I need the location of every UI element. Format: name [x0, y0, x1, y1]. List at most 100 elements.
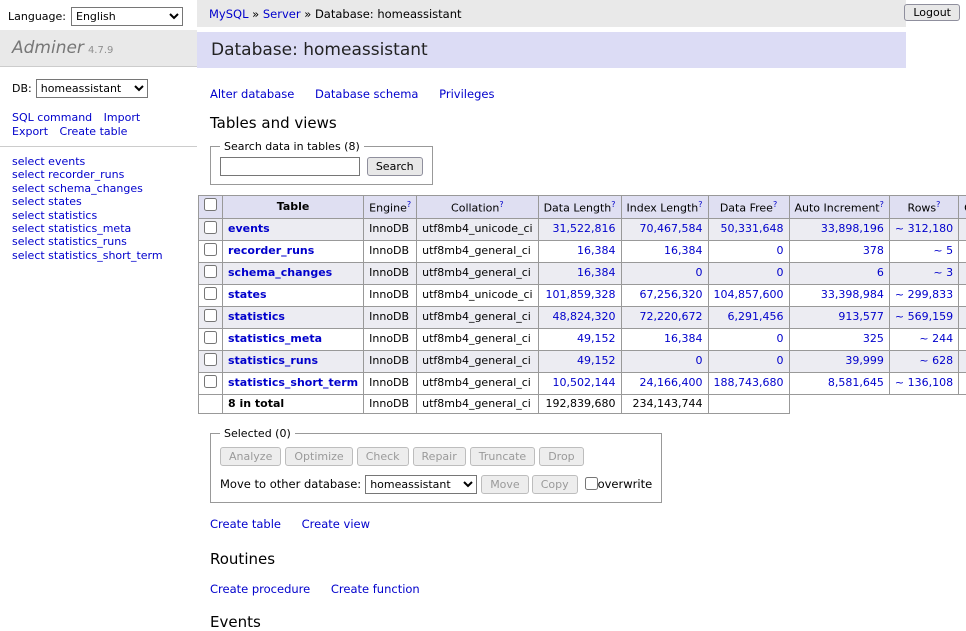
data-length-link[interactable]: 31,522,816	[553, 222, 616, 235]
help-link[interactable]: ?	[611, 200, 615, 209]
rows-link[interactable]: ~ 312,180	[895, 222, 953, 235]
rows-link[interactable]: ~ 5	[933, 244, 953, 257]
help-link[interactable]: ?	[407, 200, 411, 209]
rows-link[interactable]: ~ 628	[919, 354, 953, 367]
repair-button[interactable]: Repair	[413, 447, 466, 466]
link-create-view[interactable]: Create view	[302, 517, 370, 531]
sidebar-select-statistics[interactable]: select statistics	[12, 209, 185, 222]
move-db-select[interactable]: homeassistant	[365, 475, 477, 494]
rows-link[interactable]: ~ 244	[919, 332, 953, 345]
index-length-link[interactable]: 0	[696, 354, 703, 367]
data-free-link[interactable]: 188,743,680	[714, 376, 784, 389]
auto-increment-link[interactable]: 33,398,984	[821, 288, 884, 301]
data-length-link[interactable]: 10,502,144	[553, 376, 616, 389]
select-all-checkbox[interactable]	[204, 198, 217, 211]
sidebar-select-statistics-meta[interactable]: select statistics_meta	[12, 222, 185, 235]
row-checkbox[interactable]	[204, 309, 217, 322]
rows-link[interactable]: ~ 299,833	[895, 288, 953, 301]
action-privileges[interactable]: Privileges	[439, 87, 494, 101]
sidebar-select-states[interactable]: select states	[12, 195, 185, 208]
row-checkbox[interactable]	[204, 331, 217, 344]
help-link[interactable]: ?	[936, 200, 940, 209]
help-link[interactable]: ?	[773, 200, 777, 209]
table-link-schema-changes[interactable]: schema_changes	[228, 266, 332, 279]
optimize-button[interactable]: Optimize	[285, 447, 352, 466]
table-link-statistics-meta[interactable]: statistics_meta	[228, 332, 322, 345]
table-link-states[interactable]: states	[228, 288, 267, 301]
rows-link[interactable]: ~ 3	[933, 266, 953, 279]
table-link-statistics-short-term[interactable]: statistics_short_term	[228, 376, 358, 389]
breadcrumb-link-mysql[interactable]: MySQL	[209, 7, 249, 21]
data-free-link[interactable]: 0	[777, 332, 784, 345]
copy-button[interactable]: Copy	[532, 475, 578, 494]
action-alter-database[interactable]: Alter database	[210, 87, 294, 101]
data-free-link[interactable]: 104,857,600	[714, 288, 784, 301]
link-create-procedure[interactable]: Create procedure	[210, 582, 310, 596]
auto-increment-link[interactable]: 913,577	[838, 310, 884, 323]
data-length-link[interactable]: 49,152	[577, 332, 616, 345]
auto-increment-link[interactable]: 6	[877, 266, 884, 279]
auto-increment-link[interactable]: 378	[863, 244, 884, 257]
row-checkbox[interactable]	[204, 287, 217, 300]
drop-button[interactable]: Drop	[539, 447, 583, 466]
auto-increment-link[interactable]: 325	[863, 332, 884, 345]
language-select[interactable]: English	[71, 7, 183, 26]
row-checkbox[interactable]	[204, 375, 217, 388]
sidebar-select-recorder-runs[interactable]: select recorder_runs	[12, 168, 185, 181]
auto-increment-link[interactable]: 33,898,196	[821, 222, 884, 235]
breadcrumb-link-server[interactable]: Server	[263, 7, 301, 21]
search-input[interactable]	[220, 157, 360, 176]
auto-increment-link[interactable]: 8,581,645	[828, 376, 884, 389]
data-free-link[interactable]: 0	[777, 244, 784, 257]
help-link[interactable]: ?	[499, 200, 503, 209]
index-length-link[interactable]: 0	[696, 266, 703, 279]
rows-link[interactable]: ~ 136,108	[895, 376, 953, 389]
row-checkbox[interactable]	[204, 221, 217, 234]
logout-button[interactable]: Logout	[904, 4, 960, 21]
move-button[interactable]: Move	[481, 475, 529, 494]
index-length-link[interactable]: 67,256,320	[640, 288, 703, 301]
sidebar-select-events[interactable]: select events	[12, 155, 185, 168]
data-free-link[interactable]: 0	[777, 354, 784, 367]
data-length-link[interactable]: 49,152	[577, 354, 616, 367]
data-length-link[interactable]: 16,384	[577, 244, 616, 257]
index-length-link[interactable]: 72,220,672	[640, 310, 703, 323]
action-database-schema[interactable]: Database schema	[315, 87, 418, 101]
data-length-link[interactable]: 48,824,320	[553, 310, 616, 323]
index-length-link[interactable]: 24,166,400	[640, 376, 703, 389]
table-link-statistics-runs[interactable]: statistics_runs	[228, 354, 318, 367]
index-length-link[interactable]: 70,467,584	[640, 222, 703, 235]
data-length-link[interactable]: 16,384	[577, 266, 616, 279]
row-checkbox[interactable]	[204, 243, 217, 256]
sidebar-link-sql-command[interactable]: SQL command	[12, 111, 92, 124]
truncate-button[interactable]: Truncate	[470, 447, 535, 466]
help-link[interactable]: ?	[698, 200, 702, 209]
overwrite-checkbox[interactable]	[585, 477, 598, 490]
table-link-events[interactable]: events	[228, 222, 270, 235]
sidebar-select-statistics-runs[interactable]: select statistics_runs	[12, 235, 185, 248]
row-checkbox[interactable]	[204, 265, 217, 278]
check-button[interactable]: Check	[357, 447, 409, 466]
search-button[interactable]: Search	[367, 157, 423, 176]
data-length-link[interactable]: 101,859,328	[546, 288, 616, 301]
link-create-table[interactable]: Create table	[210, 517, 281, 531]
data-free-link[interactable]: 6,291,456	[728, 310, 784, 323]
table-link-statistics[interactable]: statistics	[228, 310, 285, 323]
sidebar-select-schema-changes[interactable]: select schema_changes	[12, 182, 185, 195]
sidebar-link-import[interactable]: Import	[104, 111, 141, 124]
db-select[interactable]: homeassistant	[36, 79, 148, 98]
table-link-recorder-runs[interactable]: recorder_runs	[228, 244, 314, 257]
sidebar-select-statistics-short-term[interactable]: select statistics_short_term	[12, 249, 185, 262]
analyze-button[interactable]: Analyze	[220, 447, 281, 466]
index-length-link[interactable]: 16,384	[664, 244, 703, 257]
data-free-link[interactable]: 0	[777, 266, 784, 279]
auto-increment-link[interactable]: 39,999	[845, 354, 884, 367]
rows-link[interactable]: ~ 569,159	[895, 310, 953, 323]
overwrite-option[interactable]: overwrite	[585, 477, 653, 491]
sidebar-link-export[interactable]: Export	[12, 125, 48, 138]
row-checkbox[interactable]	[204, 353, 217, 366]
index-length-link[interactable]: 16,384	[664, 332, 703, 345]
sidebar-link-create-table[interactable]: Create table	[60, 125, 128, 138]
link-create-function[interactable]: Create function	[331, 582, 420, 596]
help-link[interactable]: ?	[880, 200, 884, 209]
